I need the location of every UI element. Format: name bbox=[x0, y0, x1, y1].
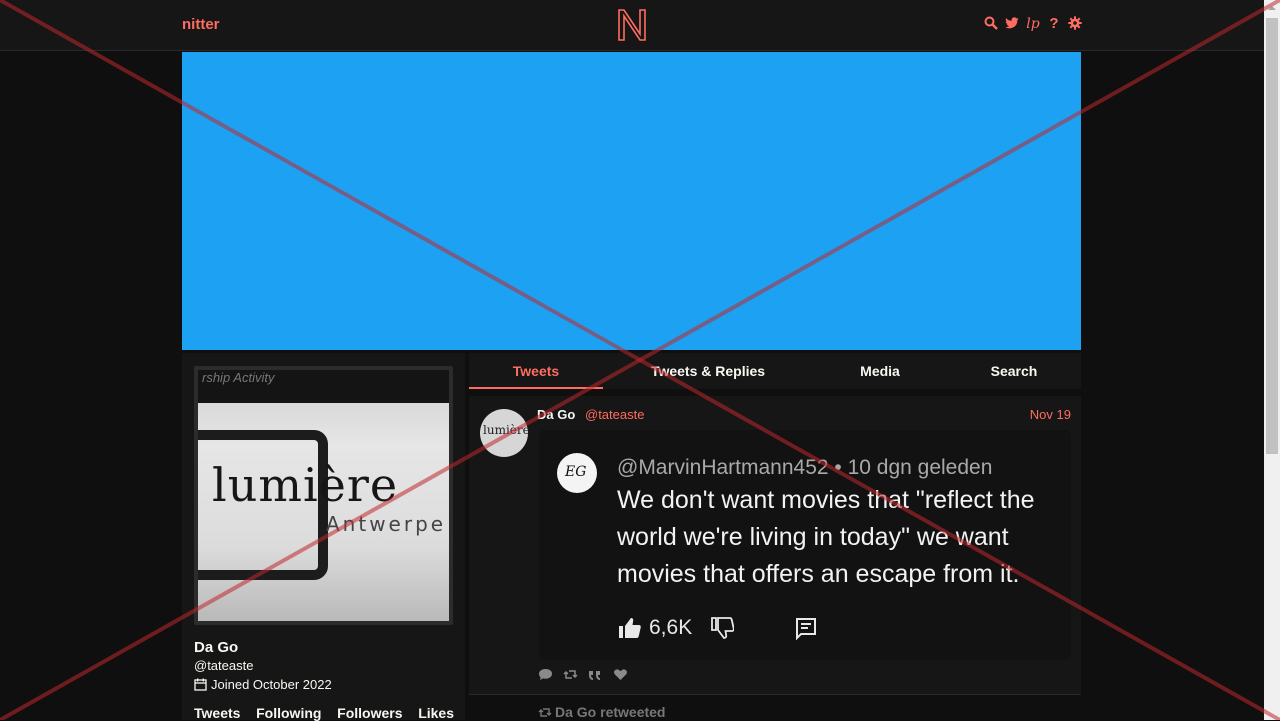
tab-tweets[interactable]: Tweets bbox=[469, 353, 603, 389]
settings-gear-icon[interactable] bbox=[1068, 16, 1082, 32]
media-meta: @MarvinHartmann452 • 10 dgn geleden bbox=[617, 456, 993, 479]
page-scrollbar[interactable] bbox=[1264, 0, 1280, 720]
stat-tweets[interactable]: Tweets bbox=[194, 705, 240, 721]
tweet-media-image[interactable]: EG @MarvinHartmann452 • 10 dgn geleden W… bbox=[539, 430, 1071, 660]
retweet-small-icon bbox=[538, 707, 552, 717]
lp-icon[interactable]: lp bbox=[1026, 16, 1040, 32]
scroll-up-arrow-icon[interactable] bbox=[1264, 0, 1280, 17]
avatar-subword: Antwerpe bbox=[326, 512, 447, 536]
profile-name[interactable]: Da Go bbox=[194, 639, 238, 656]
profile-banner[interactable] bbox=[182, 52, 1081, 350]
profile-joined: Joined October 2022 bbox=[194, 677, 332, 692]
retweet-header: Da Go retweeted bbox=[538, 704, 665, 720]
tweet-date[interactable]: Nov 19 bbox=[1030, 407, 1071, 422]
nitter-logo-icon[interactable] bbox=[616, 8, 648, 42]
avatar-image: rship Activity lumière Antwerpe bbox=[198, 370, 449, 621]
tweet-author-handle[interactable]: @tateaste bbox=[585, 407, 644, 422]
stat-likes[interactable]: Likes bbox=[418, 705, 454, 721]
quote-icon[interactable] bbox=[588, 668, 603, 681]
tab-search[interactable]: Search bbox=[947, 353, 1081, 389]
thumbs-up-icon bbox=[619, 618, 641, 638]
tweet-avatar-text: lumière bbox=[483, 423, 528, 437]
nav-icons: lp ? bbox=[984, 16, 1082, 32]
profile-stats: Tweets Following Followers Likes bbox=[194, 705, 454, 721]
profile-handle[interactable]: @tateaste bbox=[194, 658, 253, 673]
brand-link[interactable]: nitter bbox=[182, 16, 220, 33]
retweet-label: Da Go retweeted bbox=[555, 704, 666, 720]
avatar-word: lumière bbox=[212, 458, 399, 512]
comment-icon[interactable] bbox=[538, 668, 553, 681]
avatar-top-strip: rship Activity bbox=[198, 370, 449, 403]
media-like-count: 6,6K bbox=[649, 616, 693, 639]
tweet-item[interactable]: lumière Da Go @tateaste Nov 19 EG @Marvi… bbox=[469, 396, 1081, 694]
tab-media[interactable]: Media bbox=[813, 353, 947, 389]
timeline-tabs: Tweets Tweets & Replies Media Search bbox=[469, 353, 1081, 389]
tweet-divider bbox=[469, 694, 1081, 695]
calendar-icon bbox=[194, 678, 207, 691]
media-actions: 6,6K bbox=[617, 616, 818, 640]
scrollbar-thumb[interactable] bbox=[1266, 18, 1278, 454]
top-navbar: nitter lp ? bbox=[0, 0, 1264, 51]
search-icon[interactable] bbox=[984, 16, 998, 32]
profile-card: rship Activity lumière Antwerpe Da Go @t… bbox=[182, 353, 465, 721]
tweet-author-name[interactable]: Da Go bbox=[537, 407, 575, 422]
media-avatar-text: EG bbox=[565, 464, 587, 480]
stat-followers[interactable]: Followers bbox=[337, 705, 402, 721]
joined-date: Joined October 2022 bbox=[211, 677, 332, 692]
reply-comment-icon bbox=[796, 618, 817, 640]
media-avatar: EG bbox=[557, 453, 597, 493]
stat-following[interactable]: Following bbox=[256, 705, 321, 721]
twitter-bird-icon[interactable] bbox=[1005, 16, 1019, 32]
tweet-stats bbox=[538, 668, 628, 681]
tweet-avatar[interactable]: lumière bbox=[480, 409, 528, 457]
profile-avatar[interactable]: rship Activity lumière Antwerpe bbox=[194, 366, 453, 625]
tab-tweets-replies[interactable]: Tweets & Replies bbox=[603, 353, 813, 389]
help-icon[interactable]: ? bbox=[1047, 16, 1061, 32]
retweet-icon[interactable] bbox=[563, 668, 578, 681]
thumbs-down-icon bbox=[711, 617, 735, 639]
heart-icon[interactable] bbox=[613, 668, 628, 681]
media-text: We don't want movies that "reflect the w… bbox=[617, 486, 1035, 588]
